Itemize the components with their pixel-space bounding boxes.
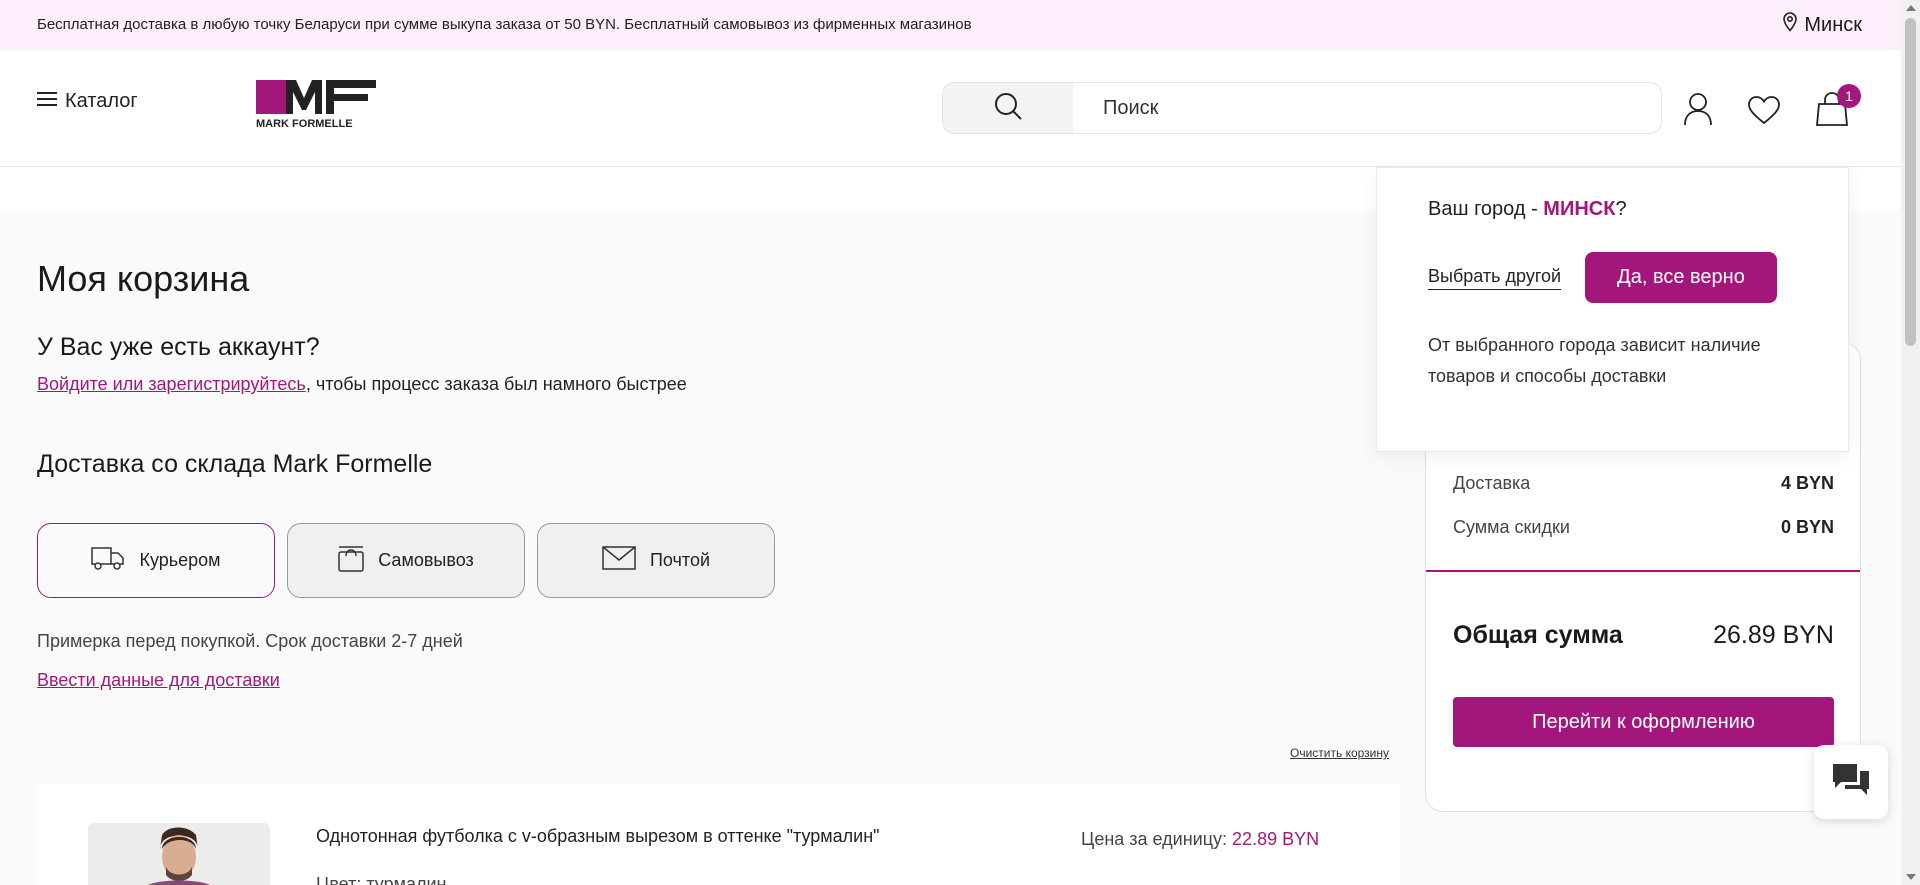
user-icon[interactable]: [1683, 92, 1713, 131]
unit-price: Цена за единицу: 22.89 BYN: [1081, 829, 1319, 850]
city-hint: От выбранного города зависит наличие тов…: [1428, 335, 1761, 386]
city-question: Ваш город - МИНСК?: [1428, 198, 1627, 221]
catalog-button[interactable]: Каталог: [37, 90, 138, 113]
summary-delivery-value: 4 BYN: [1780, 473, 1834, 493]
page-scrollbar[interactable]: [1901, 0, 1920, 885]
scrollbar-thumb[interactable]: [1905, 18, 1916, 346]
delivery-tab-label: Курьером: [139, 550, 221, 570]
city-question-city: МИНСК: [1543, 198, 1616, 220]
unit-price-label: Цена за единицу:: [1081, 829, 1228, 849]
account-prompt: Войдите или зарегистрируйтесь, чтобы про…: [37, 374, 687, 395]
summary-discount-row: Сумма скидки 0 BYN: [1453, 517, 1834, 538]
chat-widget-button[interactable]: [1814, 745, 1888, 819]
choose-other-city-link[interactable]: Выбрать другой: [1428, 266, 1562, 290]
search-bar: [942, 82, 1662, 134]
account-prompt-suffix: , чтобы процесс заказа был намного быстр…: [305, 374, 687, 394]
summary-discount-value: 0 BYN: [1780, 517, 1834, 537]
delivery-tab-pickup[interactable]: Самовывоз: [287, 523, 525, 598]
menu-icon: [37, 90, 57, 113]
product-color: Цвет: турмалин: [316, 874, 447, 885]
city-question-suffix: ?: [1615, 198, 1627, 220]
scroll-up-arrow[interactable]: [1906, 5, 1916, 11]
enter-delivery-data-link[interactable]: Ввести данные для доставки: [37, 670, 280, 691]
summary-total-value: 26.89 BYN: [1713, 621, 1834, 649]
login-register-link[interactable]: Войдите или зарегистрируйтесь: [37, 374, 306, 394]
search-button[interactable]: [943, 83, 1073, 133]
heart-icon[interactable]: [1748, 96, 1780, 129]
city-question-prefix: Ваш город -: [1428, 198, 1544, 220]
confirm-city-button[interactable]: Да, все верно: [1585, 252, 1777, 303]
summary-divider: [1426, 570, 1860, 572]
site-header: Каталог MARK FORMELLE 1: [0, 50, 1920, 167]
unit-price-value: 22.89 BYN: [1232, 829, 1320, 849]
summary-delivery-label: Доставка: [1453, 473, 1531, 493]
search-icon: [993, 91, 1023, 126]
summary-delivery-row: Доставка 4 BYN: [1453, 473, 1834, 494]
chat-icon: [1831, 762, 1871, 803]
delivery-tab-courier[interactable]: Курьером: [37, 523, 275, 598]
city-confirm-popup: Ваш город - МИНСК? Выбрать другой Да, вс…: [1376, 167, 1849, 452]
checkout-button[interactable]: Перейти к оформлению: [1453, 697, 1834, 747]
delivery-note: Примерка перед покупкой. Срок доставки 2…: [37, 631, 463, 651]
delivery-heading: Доставка со склада Mark Formelle: [37, 450, 433, 478]
city-selector[interactable]: Минск: [1782, 12, 1862, 38]
catalog-label: Каталог: [65, 90, 138, 112]
search-input[interactable]: [1103, 83, 1643, 133]
shopping-bag-icon: [338, 544, 364, 577]
account-heading: У Вас уже есть аккаунт?: [37, 333, 320, 361]
product-image[interactable]: [88, 823, 270, 885]
city-label: Минск: [1804, 13, 1862, 36]
scroll-down-arrow[interactable]: [1906, 874, 1916, 880]
summary-total-label: Общая сумма: [1453, 621, 1623, 649]
cart-icon[interactable]: 1: [1815, 84, 1861, 131]
cart-item: Однотонная футболка с v-образным вырезом…: [37, 784, 1400, 885]
delivery-tab-label: Почтой: [649, 550, 711, 570]
envelope-icon: [602, 546, 636, 575]
product-name[interactable]: Однотонная футболка с v-образным вырезом…: [316, 826, 880, 847]
summary-discount-label: Сумма скидки: [1453, 517, 1570, 537]
promo-text: Бесплатная доставка в любую точку Белару…: [37, 16, 972, 33]
location-pin-icon: [1782, 12, 1798, 38]
svg-text:MARK FORMELLE: MARK FORMELLE: [256, 118, 353, 130]
promo-bar: Бесплатная доставка в любую точку Белару…: [0, 0, 1920, 50]
cart-count-badge: 1: [1837, 84, 1861, 108]
summary-total-row: Общая сумма 26.89 BYN: [1453, 621, 1834, 650]
clear-cart-link[interactable]: Очистить корзину: [1290, 746, 1389, 760]
truck-icon: [91, 546, 125, 575]
delivery-tab-label: Самовывоз: [378, 550, 474, 570]
site-logo[interactable]: MARK FORMELLE: [256, 80, 378, 130]
page-title: Моя корзина: [37, 258, 250, 299]
delivery-tab-post[interactable]: Почтой: [537, 523, 775, 598]
